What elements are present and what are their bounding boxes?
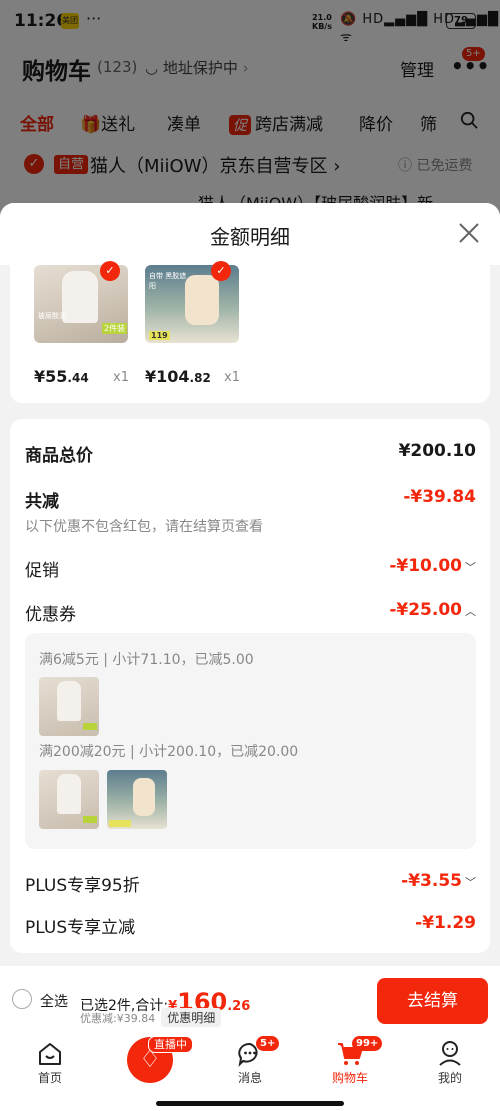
product-thumbnail — [39, 677, 99, 736]
sheet-title: 金额明细 — [210, 225, 290, 249]
messages-badge: 5+ — [256, 1036, 280, 1051]
chevron-down-icon: ﹀ — [465, 561, 476, 574]
reduced-note: 以下优惠不包含红包，请在结算页查看 — [25, 519, 263, 535]
plus-instant-label: PLUS专享立减 — [25, 918, 136, 938]
bottom-nav: 首页 ♢ 直播中 5+ 消息 99+ 购物车 我的 — [0, 1031, 500, 1111]
cart-badge: 99+ — [352, 1036, 383, 1051]
nav-home[interactable]: 首页 — [0, 1031, 100, 1091]
chevron-up-icon: ︿ — [465, 605, 476, 618]
nav-live[interactable]: ♢ 直播中 — [100, 1031, 200, 1091]
discount-line: 优惠减:¥39.84 优惠明细 — [80, 1008, 222, 1027]
total-value: ¥200.10 — [398, 441, 476, 461]
checkout-button[interactable]: 去结算 — [377, 978, 488, 1024]
item-price: ¥55.44 — [34, 367, 89, 386]
home-icon — [39, 1043, 61, 1065]
live-badge: 直播中 — [148, 1036, 193, 1053]
coupon-rule: 满200减20元 | 小计200.10，已减20.00 — [39, 744, 299, 760]
coupon-rule: 满6减5元 | 小计71.10，已减5.00 — [39, 652, 254, 668]
chevron-down-icon: ﹀ — [465, 876, 476, 889]
selected-items-card: 玻尿酸润 2件装 ✓ ¥55.44 x1 自带 黑胶遮阳 119 ✓ ¥104.… — [10, 261, 490, 403]
total-label: 商品总价 — [25, 446, 93, 466]
product-thumbnail — [39, 770, 99, 829]
promo-row-toggle[interactable]: -¥10.00 ﹀ — [389, 556, 476, 576]
item-qty: x1 — [224, 370, 240, 385]
reduced-label: 共减 — [25, 492, 59, 512]
select-all-label[interactable]: 全选 — [40, 991, 68, 1011]
reduced-value: -¥39.84 — [403, 487, 476, 507]
sheet-header: 金额明细 — [0, 203, 500, 265]
nav-cart[interactable]: 99+ 购物车 — [300, 1031, 400, 1091]
home-indicator — [156, 1101, 344, 1106]
discount-detail-button[interactable]: 优惠明细 — [161, 1008, 222, 1027]
select-all-checkbox[interactable] — [12, 989, 32, 1009]
checkout-bar: 全选 已选2件,合计:¥160.26 优惠减:¥39.84 优惠明细 去结算 — [0, 966, 500, 1031]
nav-mine[interactable]: 我的 — [400, 1031, 500, 1091]
plus95-label: PLUS专享95折 — [25, 876, 140, 896]
amount-detail-sheet: 金额明细 玻尿酸润 2件装 ✓ ¥55.44 x1 自带 黑胶遮阳 119 ✓ … — [0, 203, 500, 1111]
promo-label: 促销 — [25, 561, 59, 581]
item-checkbox[interactable]: ✓ — [211, 261, 231, 281]
close-icon[interactable] — [458, 222, 480, 244]
item-price: ¥104.82 — [145, 367, 211, 386]
coupon-row-toggle[interactable]: -¥25.00 ︿ — [389, 600, 476, 620]
product-thumbnail — [107, 770, 167, 829]
coupon-label: 优惠券 — [25, 605, 76, 625]
plus-instant-value: -¥1.29 — [415, 913, 476, 933]
coupon-details: 满6减5元 | 小计71.10，已减5.00 满200减20元 | 小计200.… — [25, 633, 476, 849]
price-breakdown-card: 商品总价 ¥200.10 共减 -¥39.84 以下优惠不包含红包，请在结算页查… — [10, 419, 490, 953]
item-qty: x1 — [113, 370, 129, 385]
item-checkbox[interactable]: ✓ — [100, 261, 120, 281]
plus95-row-toggle[interactable]: -¥3.55 ﹀ — [401, 871, 476, 891]
nav-messages[interactable]: 5+ 消息 — [200, 1031, 300, 1091]
profile-icon — [439, 1041, 461, 1066]
